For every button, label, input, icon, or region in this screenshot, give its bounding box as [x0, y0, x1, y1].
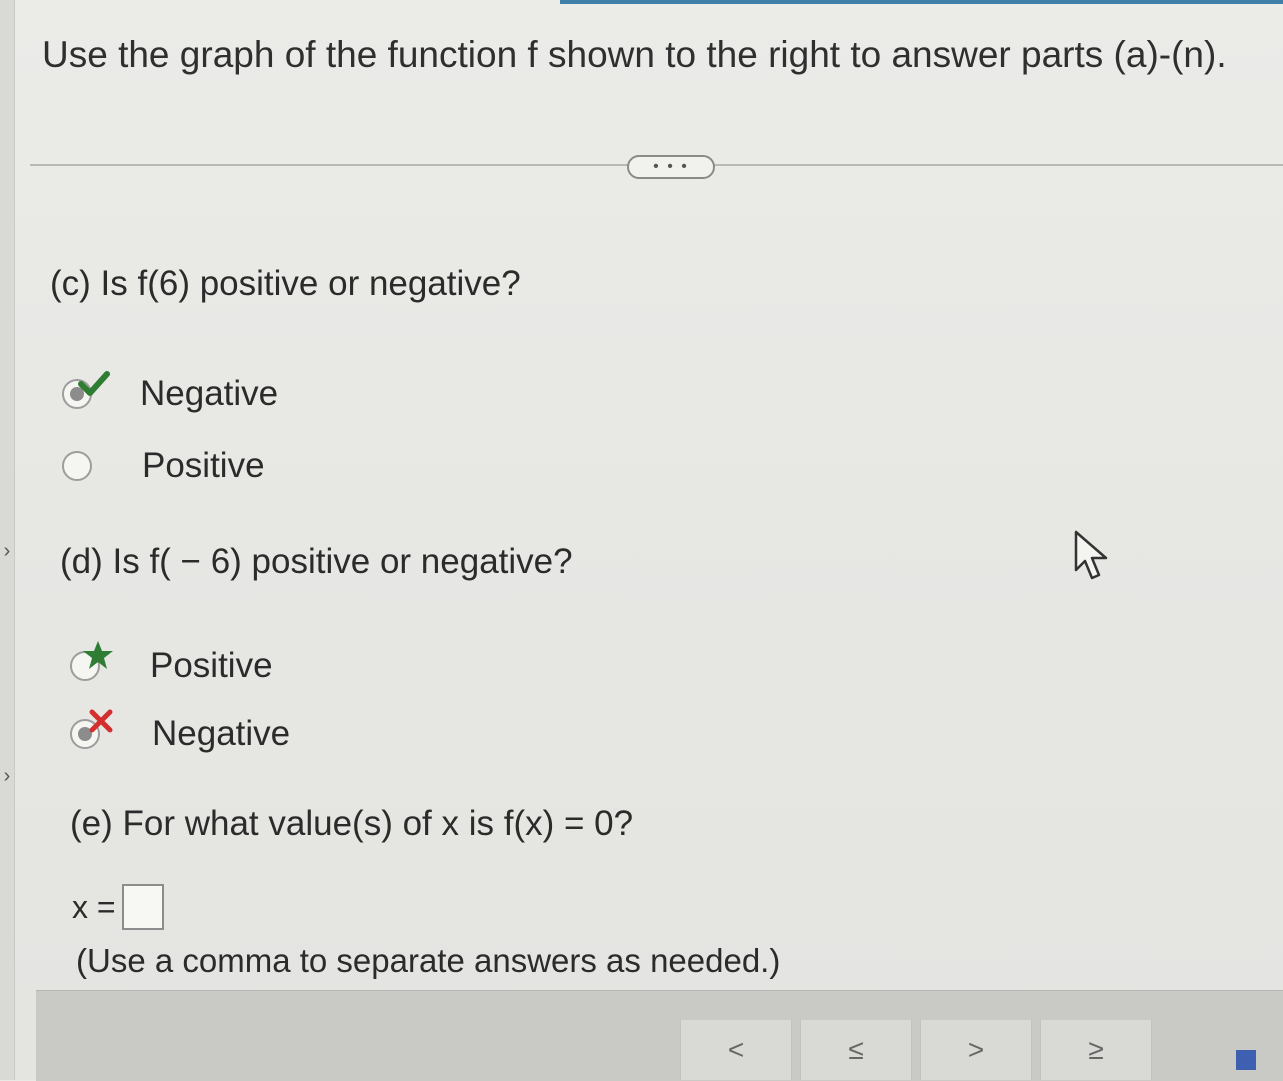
answer-input[interactable] — [121, 884, 164, 930]
option-d-positive[interactable]: Positive — [70, 641, 330, 686]
option-d-negative[interactable]: Negative — [70, 709, 330, 754]
expand-more-button[interactable]: • • • — [627, 155, 715, 179]
question-d-prompt: (d) Is f( − 6) positive or negative? — [60, 542, 573, 581]
more-tools-icon[interactable] — [1236, 1050, 1256, 1070]
option-label: Negative — [152, 714, 291, 753]
top-accent-strip — [560, 0, 1283, 4]
answer-row: x = — [72, 884, 164, 930]
radio-button[interactable] — [62, 451, 92, 481]
star-icon — [83, 641, 113, 669]
check-icon — [78, 371, 110, 396]
option-c-negative[interactable]: Negative — [62, 371, 322, 414]
mouse-cursor-icon — [1074, 530, 1108, 580]
option-label: Negative — [140, 374, 279, 413]
option-label: Positive — [142, 446, 265, 485]
collapse-arrow-icon[interactable]: › — [0, 765, 14, 788]
question-instructions: Use the graph of the function f shown to… — [42, 34, 1227, 75]
answer-prefix: x = — [72, 888, 116, 925]
less-than-button[interactable]: < — [680, 1020, 792, 1080]
collapse-arrow-icon[interactable]: › — [0, 540, 14, 563]
greater-equal-button[interactable]: ≥ — [1040, 1020, 1152, 1080]
less-equal-button[interactable]: ≤ — [800, 1020, 912, 1080]
option-label: Positive — [150, 646, 273, 685]
page: › › Use the graph of the function f show… — [0, 0, 1283, 1081]
answer-hint: (Use a comma to separate answers as need… — [76, 942, 781, 979]
question-e-prompt: (e) For what value(s) of x is f(x) = 0? — [70, 804, 634, 843]
greater-than-button[interactable]: > — [920, 1020, 1032, 1080]
x-mark-icon — [89, 709, 113, 733]
question-c-prompt: (c) Is f(6) positive or negative? — [50, 264, 521, 303]
option-c-positive[interactable]: Positive — [62, 446, 322, 486]
